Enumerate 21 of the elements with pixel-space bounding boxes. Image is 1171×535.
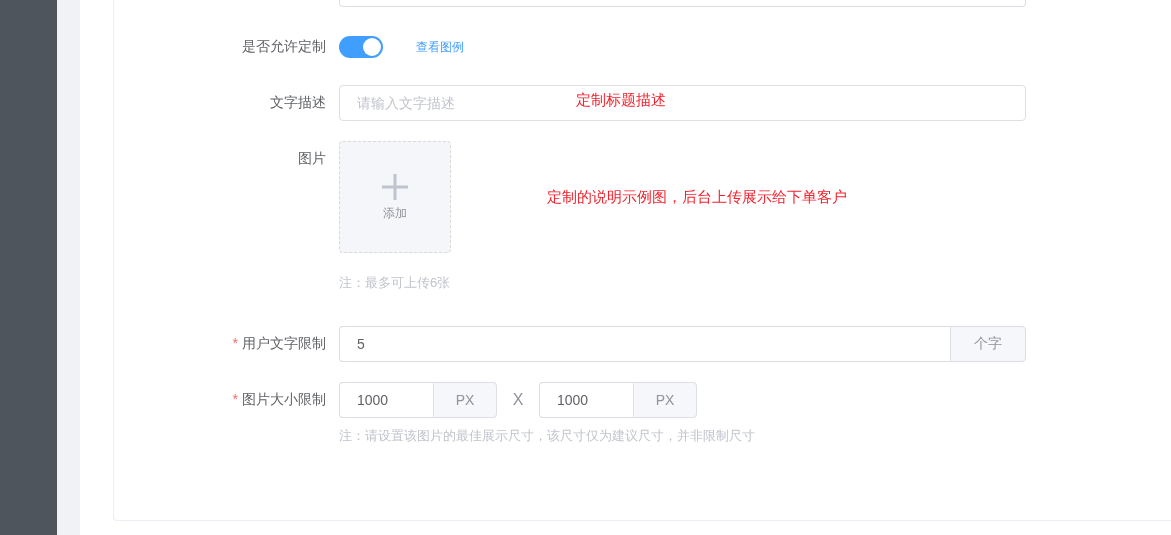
field-label: 文字描述 [269,94,326,112]
required-mark: * [232,391,238,407]
unit-label: PX [433,382,497,418]
field-label: 用户文字限制 [242,335,326,351]
input-field[interactable] [339,0,1026,7]
note-text: 注：最多可上传6张 [339,274,452,292]
input-field[interactable]: 1000 [339,382,433,418]
annotation: 定制标题描述 [576,91,666,110]
input-field[interactable]: 5 [339,326,950,362]
input-field[interactable]: 1000 [539,382,633,418]
field-label: 图片大小限制 [242,391,326,407]
separator-text: X [511,391,525,409]
plus-icon [381,172,409,201]
note-text: 注：请设置该图片的最佳展示尺寸，该尺寸仅为建议尺寸，并非限制尺寸 [339,427,756,445]
unit-label: PX [633,382,697,418]
unit-label: 个字 [950,326,1026,362]
annotation: 定制的说明示例图，后台上传展示给下单客户 [547,187,847,207]
required-mark: * [232,335,238,351]
toggle-switch[interactable] [339,36,383,58]
field-label: 图片 [297,149,326,168]
field-label: 是否允许定制 [241,38,326,56]
